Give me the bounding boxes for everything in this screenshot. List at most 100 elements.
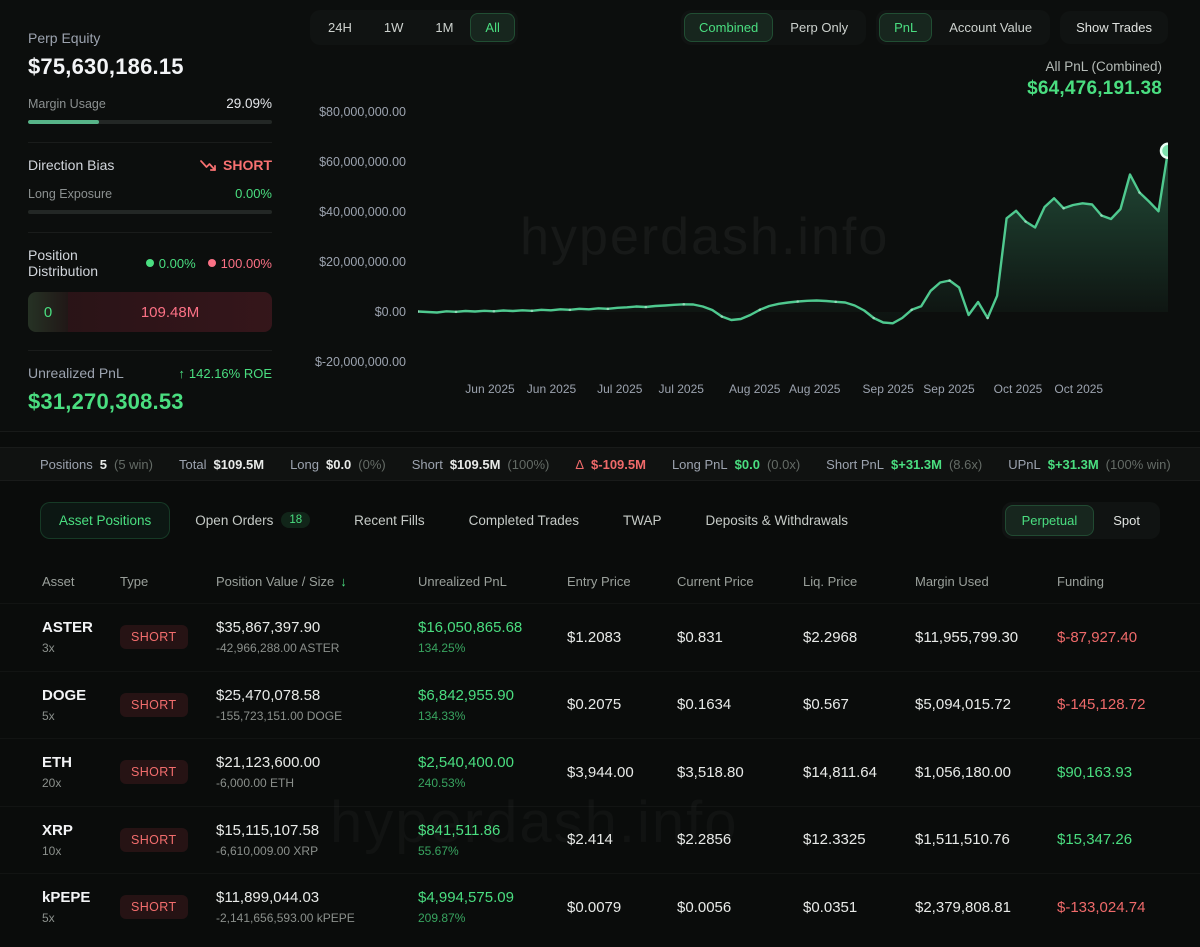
tab-twap[interactable]: TWAP (604, 502, 681, 539)
asset-cell: DOGE 5x (42, 687, 120, 723)
y-tick-label: $40,000,000.00 (319, 205, 406, 219)
arrow-up-icon: ↑ (178, 365, 185, 381)
asset-leverage: 20x (42, 776, 62, 791)
funding-value: $-145,128.72 (1057, 696, 1146, 714)
column-header-position-value-size[interactable]: Position Value / Size ↓ (216, 574, 418, 589)
stat-value: $109.5M (449, 456, 501, 472)
tab-asset-positions[interactable]: Asset Positions (40, 501, 171, 539)
sort-desc-icon: ↓ (340, 573, 347, 589)
mode-button-perp-only[interactable]: Perp Only (775, 13, 863, 42)
asset-cell: XRP 10x (42, 822, 120, 858)
position-row-kpepe[interactable]: kPEPE 5x SHORT $11,899,044.03 -2,141,656,593… (0, 873, 1200, 941)
asset-name: ASTER (42, 619, 93, 637)
position-distribution-card: Position Distribution 0.00% 100.00% 0 10… (28, 233, 272, 351)
margin-usage-bar-fill (28, 120, 99, 124)
direction-bias-card: Direction Bias SHORT Long Exposure 0.00% (28, 143, 272, 233)
stat-label: Long PnL (671, 456, 728, 472)
range-button-1m[interactable]: 1M (420, 13, 468, 42)
pnl-chart[interactable]: hyperdash.info $80,000,000.00 $60,000,000… (310, 102, 1168, 372)
position-row-aster[interactable]: ASTER 3x SHORT $35,867,397.90 -42,966,288.00… (0, 603, 1200, 671)
asset-cell: kPEPE 5x (42, 889, 120, 925)
position-row-doge[interactable]: DOGE 5x SHORT $25,470,078.58 -155,723,151.00… (0, 671, 1200, 739)
distribution-long-segment: 0 (28, 292, 68, 332)
market-button-perpetual[interactable]: Perpetual (1004, 504, 1095, 536)
type-cell: SHORT (120, 760, 216, 785)
position-value: $15,115,107.58 (216, 821, 320, 839)
stat-label: Positions (40, 456, 93, 472)
liq-price: $14,811.64 (803, 763, 877, 781)
x-tick-label: Jun 2025 (526, 382, 577, 396)
column-header-liq-price[interactable]: Liq. Price (803, 574, 915, 589)
column-header-funding[interactable]: Funding (1057, 574, 1160, 589)
unrealized-pnl-value: $4,994,575.09 (418, 889, 514, 907)
stat-label: Short PnL (826, 456, 884, 472)
column-header-asset[interactable]: Asset (42, 574, 120, 589)
position-value-cell: $15,115,107.58 -6,610,009.00 XRP (216, 822, 418, 858)
metric-toggle-group: PnL Account Value (876, 10, 1051, 45)
tab-label: Recent Fills (354, 512, 425, 528)
distribution-short-legend: 100.00% (207, 256, 272, 271)
x-tick-label: Jul 2025 (597, 382, 643, 396)
range-button-1w[interactable]: 1W (369, 13, 419, 42)
range-button-all[interactable]: All (470, 13, 515, 42)
unrealized-pnl-value: $6,842,955.90 (418, 686, 514, 704)
tab-label: Asset Positions (59, 512, 152, 528)
short-badge: SHORT (120, 692, 188, 717)
position-value: $21,123,600.00 (216, 754, 321, 772)
perp-equity-label: Perp Equity (28, 30, 101, 46)
chart-plot-area (418, 102, 1168, 372)
column-header-current-price[interactable]: Current Price (677, 574, 803, 589)
stat-value: $109.5M (213, 456, 265, 472)
tab-deposits-withdrawals[interactable]: Deposits & Withdrawals (686, 502, 867, 539)
margin-used: $2,379,808.81 (915, 898, 1011, 916)
long-dot-icon (145, 259, 154, 267)
stat-suffix: (100%) (507, 456, 550, 472)
x-tick-label: Sep 2025 (923, 382, 975, 396)
mode-button-combined[interactable]: Combined (684, 13, 774, 42)
unrealized-pnl-cell: $841,511.86 55.67% (418, 822, 567, 858)
y-axis-labels: $80,000,000.00 $60,000,000.00 $40,000,000.… (310, 102, 412, 372)
metric-button-pnl[interactable]: PnL (879, 13, 933, 42)
tab-recent-fills[interactable]: Recent Fills (335, 502, 444, 539)
column-header-type[interactable]: Type (120, 574, 216, 589)
tab-open-orders[interactable]: Open Orders 18 (176, 501, 329, 539)
column-header-unrealized-pnl[interactable]: Unrealized PnL (418, 574, 567, 589)
column-header-entry-price[interactable]: Entry Price (567, 574, 677, 589)
unrealized-pnl-cell: $16,050,865.68 134.25% (418, 619, 567, 655)
short-badge: SHORT (120, 895, 188, 920)
pnl-chart-panel: 24H 1W 1M All Combined Perp Only PnL Account … (300, 0, 1200, 431)
metric-button-account-value[interactable]: Account Value (934, 13, 1047, 42)
position-size: -6,000.00 ETH (216, 776, 295, 791)
position-value-cell: $21,123,600.00 -6,000.00 ETH (216, 754, 418, 790)
column-header-margin-used[interactable]: Margin Used (915, 574, 1057, 589)
pnl-line-chart (418, 142, 1168, 325)
stat-label: Total (179, 456, 207, 472)
range-button-24h[interactable]: 24H (313, 13, 367, 42)
table-body: ASTER 3x SHORT $35,867,397.90 -42,966,288.00… (0, 603, 1200, 941)
position-value: $11,899,044.03 (216, 889, 320, 907)
position-value-cell: $35,867,397.90 -42,966,288.00 ASTER (216, 619, 418, 655)
column-header-label: Liq. Price (803, 573, 858, 589)
type-cell: SHORT (120, 895, 216, 920)
show-trades-button[interactable]: Show Trades (1060, 11, 1168, 44)
funding-value: $90,163.93 (1057, 763, 1133, 781)
position-row-eth[interactable]: ETH 20x SHORT $21,123,600.00 -6,000.00 ETH $2… (0, 738, 1200, 806)
stat-long: Long $0.0 (0%) (290, 457, 386, 472)
tab-label: Completed Trades (468, 512, 579, 528)
margin-used: $11,955,799.30 (915, 628, 1019, 646)
stat-value: 5 (99, 456, 107, 472)
unrealized-pnl-value: $16,050,865.68 (418, 619, 523, 637)
market-button-spot[interactable]: Spot (1096, 505, 1157, 536)
funding-value: $-87,927.40 (1057, 628, 1138, 646)
asset-leverage: 5x (42, 708, 55, 723)
tab-label: Open Orders (195, 512, 274, 528)
distribution-long-legend: 0.00% (145, 256, 196, 271)
position-value: $35,867,397.90 (216, 619, 321, 637)
position-row-xrp[interactable]: XRP 10x SHORT $15,115,107.58 -6,610,009.00 X… (0, 806, 1200, 874)
short-badge: SHORT (120, 625, 188, 650)
column-header-label: Asset (42, 573, 75, 589)
all-pnl-label: All PnL (Combined) (1045, 59, 1162, 74)
all-pnl-value: $64,476,191.38 (1027, 78, 1162, 99)
tab-completed-trades[interactable]: Completed Trades (450, 502, 598, 539)
current-price: $0.0056 (677, 898, 732, 916)
